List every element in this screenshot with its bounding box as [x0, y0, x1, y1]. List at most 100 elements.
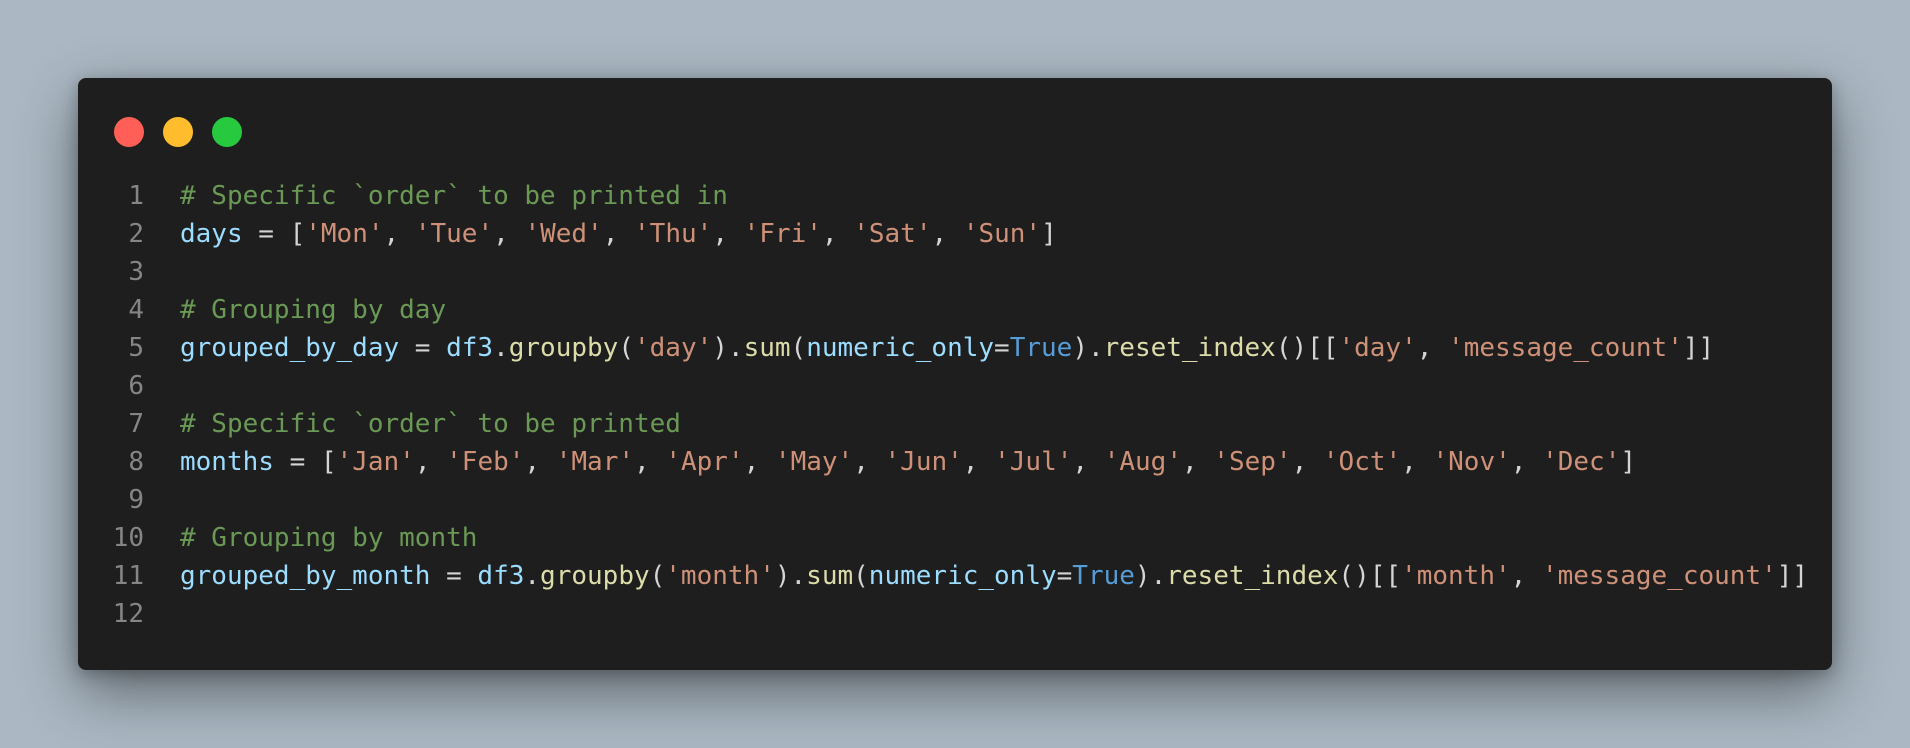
- code-token-string: 'Mon': [305, 219, 384, 249]
- code-token-string: 'Tue': [414, 219, 494, 249]
- code-token-keyword: True: [1009, 333, 1073, 363]
- code-token-punct: ).: [1134, 561, 1167, 591]
- code-token-variable: df3: [446, 333, 494, 363]
- line-text: grouped_by_month = df3.groupby('month').…: [144, 557, 1808, 595]
- code-line: 5 grouped_by_day = df3.groupby('day').sum…: [78, 329, 1808, 367]
- code-token-punct: .: [524, 561, 541, 591]
- code-window: 1 # Specific `order` to be printed in 2 day…: [78, 78, 1832, 670]
- line-text: days = ['Mon', 'Tue', 'Wed', 'Thu', 'Fri…: [144, 215, 1057, 253]
- code-token-string: 'Wed': [524, 219, 603, 249]
- code-token-string: 'Fri': [743, 219, 822, 249]
- line-text: # Grouping by month: [144, 519, 477, 557]
- code-line: 11 grouped_by_month = df3.groupby('month'…: [78, 557, 1808, 595]
- maximize-dot-icon[interactable]: [212, 117, 242, 147]
- line-text: # Grouping by day: [144, 291, 446, 329]
- code-token-punct: ,: [493, 219, 525, 249]
- code-token-punct: ()[[: [1275, 333, 1339, 363]
- line-number: 9: [128, 485, 144, 515]
- code-token-string: 'Mar': [555, 447, 635, 477]
- code-token-variable: grouped_by_day: [180, 333, 400, 363]
- code-token-punct: ()[[: [1338, 561, 1402, 591]
- code-token-comment: # Grouping by month: [180, 523, 478, 553]
- code-token-string: 'May': [774, 447, 854, 477]
- code-token-string: 'Jun': [884, 447, 963, 477]
- code-token-function: reset_index: [1166, 561, 1339, 591]
- code-token-string: 'Thu': [634, 219, 713, 249]
- line-text: [144, 595, 180, 633]
- code-token-punct: ]: [1041, 219, 1057, 249]
- code-token-punct: ,: [1072, 447, 1104, 477]
- code-line: 10 # Grouping by month: [78, 519, 1808, 557]
- code-token-punct: (: [853, 561, 869, 591]
- code-token-punct: (: [618, 333, 634, 363]
- code-token-string: 'month': [1401, 561, 1511, 591]
- code-token-punct: .: [493, 333, 509, 363]
- code-token-punct: ,: [1510, 447, 1543, 477]
- code-token-punct: ,: [962, 447, 995, 477]
- code-token-punct: (: [790, 333, 807, 363]
- code-token-punct: =: [1056, 561, 1073, 591]
- line-number: 6: [128, 371, 144, 401]
- code-token-variable: months: [180, 447, 274, 477]
- line-number: 2: [128, 219, 144, 249]
- code-token-punct: ]]: [1776, 561, 1809, 591]
- code-line: 3: [78, 253, 1808, 291]
- code-token-punct: ).: [774, 561, 807, 591]
- line-number: 5: [128, 333, 144, 363]
- code-block: 1 # Specific `order` to be printed in 2 day…: [78, 177, 1808, 633]
- window-controls: [114, 117, 242, 147]
- code-token-punct: ,: [931, 219, 963, 249]
- code-token-variable: df3: [477, 561, 525, 591]
- code-token-punct: ,: [1401, 447, 1433, 477]
- code-token-string: 'Aug': [1103, 447, 1182, 477]
- line-text: [144, 481, 180, 519]
- code-token-punct: = [: [242, 219, 306, 249]
- code-token-string: 'Jul': [994, 447, 1073, 477]
- code-token-punct: ,: [712, 219, 744, 249]
- code-token-keyword: True: [1072, 561, 1135, 591]
- code-token-string: 'Sep': [1213, 447, 1292, 477]
- code-token-punct: ]]: [1682, 333, 1715, 363]
- line-number: 3: [128, 257, 144, 287]
- line-text: [144, 253, 180, 291]
- code-token-punct: ,: [1181, 447, 1214, 477]
- code-token-punct: =: [430, 561, 478, 591]
- code-token-string: 'month': [665, 561, 775, 591]
- code-token-variable: grouped_by_month: [180, 561, 431, 591]
- code-token-punct: ,: [414, 447, 447, 477]
- code-token-punct: ]: [1620, 447, 1637, 477]
- code-token-string: 'Nov': [1432, 447, 1511, 477]
- code-line: 2 days = ['Mon', 'Tue', 'Wed', 'Thu', 'Fr…: [78, 215, 1808, 253]
- minimize-dot-icon[interactable]: [163, 117, 193, 147]
- line-number: 11: [112, 561, 144, 591]
- code-token-string: 'Feb': [446, 447, 525, 477]
- code-token-comment: # Grouping by day: [180, 295, 447, 325]
- code-line: 1 # Specific `order` to be printed in: [78, 177, 1808, 215]
- code-token-punct: ,: [602, 219, 635, 249]
- code-token-punct: ,: [743, 447, 775, 477]
- code-token-string: 'day': [1338, 333, 1417, 363]
- code-token-punct: ,: [634, 447, 666, 477]
- line-text: # Specific `order` to be printed in: [144, 177, 728, 215]
- code-token-function: sum: [743, 333, 791, 363]
- code-token-variable: numeric_only: [868, 561, 1057, 591]
- line-number: 12: [112, 599, 144, 629]
- code-token-punct: ,: [853, 447, 885, 477]
- line-text: months = ['Jan', 'Feb', 'Mar', 'Apr', 'M…: [144, 443, 1636, 481]
- close-dot-icon[interactable]: [114, 117, 144, 147]
- code-token-function: sum: [806, 561, 854, 591]
- code-token-string: 'Sun': [962, 219, 1042, 249]
- code-token-string: 'day': [633, 333, 713, 363]
- code-token-string: 'Sat': [853, 219, 932, 249]
- code-token-string: 'message_count': [1541, 561, 1777, 591]
- code-line: 12: [78, 595, 1808, 633]
- code-token-string: 'Dec': [1542, 447, 1621, 477]
- code-token-punct: ).: [1072, 333, 1104, 363]
- code-token-function: groupby: [508, 333, 619, 363]
- code-token-punct: ,: [821, 219, 854, 249]
- code-line: 6: [78, 367, 1808, 405]
- code-token-variable: days: [180, 219, 243, 249]
- code-token-variable: numeric_only: [806, 333, 995, 363]
- code-token-string: 'Jan': [336, 447, 415, 477]
- code-line: 9: [78, 481, 1808, 519]
